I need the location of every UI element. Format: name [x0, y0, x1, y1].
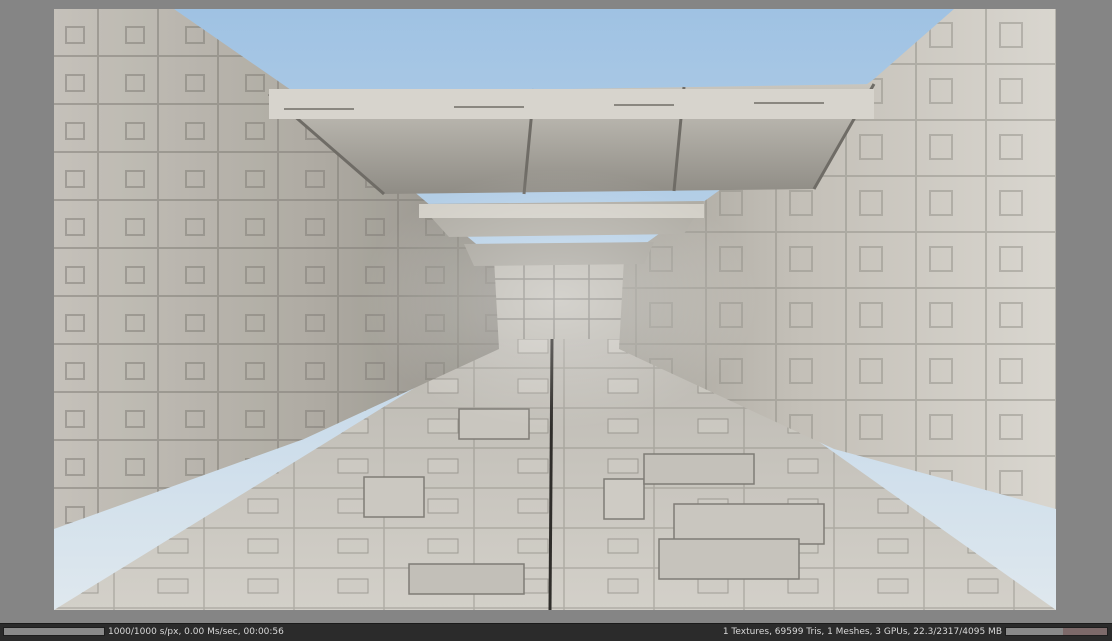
gpu-memory-free — [1063, 628, 1107, 635]
status-bar: 1000/1000 s/px, 0.00 Ms/sec, 00:00:56 1 … — [0, 623, 1112, 641]
render-viewport[interactable] — [54, 9, 1056, 610]
render-progress-bar — [3, 627, 105, 636]
render-progress-fill — [4, 628, 104, 635]
rendered-image — [54, 9, 1056, 610]
gpu-memory-bar — [1005, 627, 1108, 636]
gpu-memory-fill — [1006, 628, 1064, 635]
render-window: 1000/1000 s/px, 0.00 Ms/sec, 00:00:56 1 … — [0, 0, 1112, 641]
render-stats-text: 1000/1000 s/px, 0.00 Ms/sec, 00:00:56 — [108, 627, 284, 637]
scene-stats-text: 1 Textures, 69599 Tris, 1 Meshes, 3 GPUs… — [722, 627, 1002, 637]
